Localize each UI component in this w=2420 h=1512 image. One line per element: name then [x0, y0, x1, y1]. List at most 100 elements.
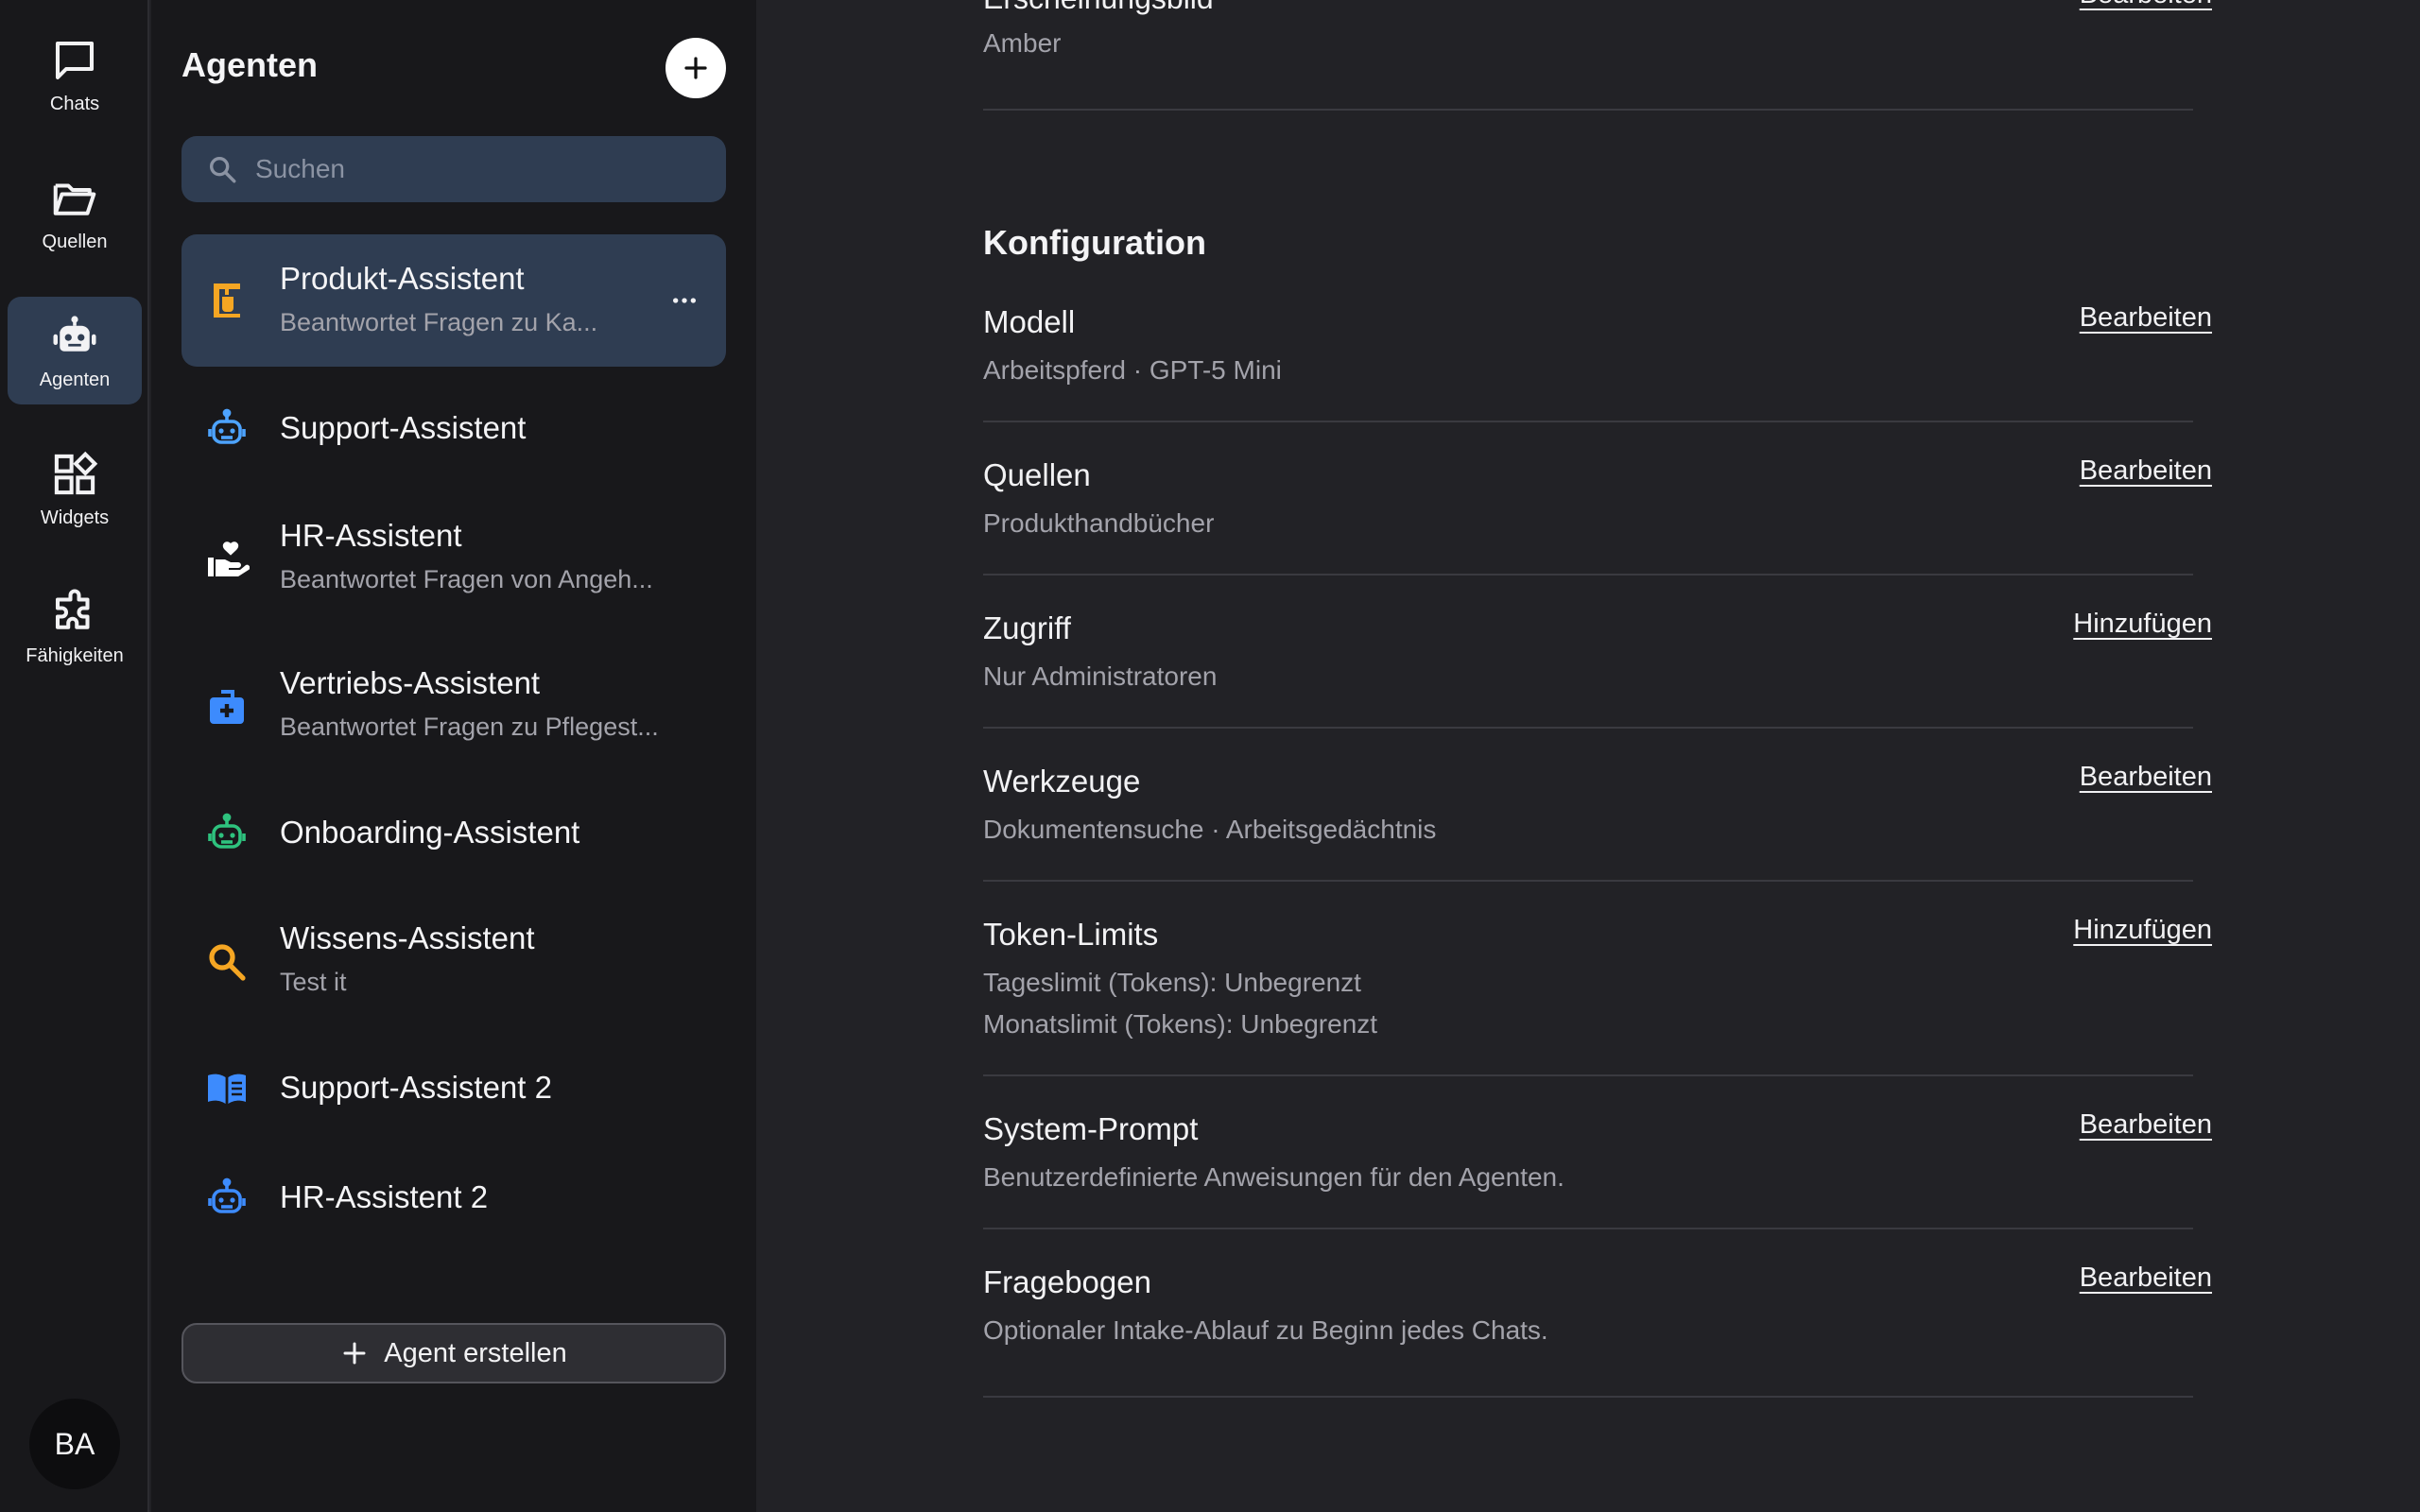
rail-label: Widgets [40, 507, 110, 528]
edit-quellen-button[interactable]: Bearbeiten [2080, 455, 2212, 487]
rail-label: Fähigkeiten [26, 644, 124, 666]
ellipsis-icon [673, 298, 696, 303]
row-title-quellen: Quellen [983, 457, 1091, 492]
agent-item[interactable]: Support-Assistent 2 [182, 1053, 726, 1125]
agent-name: Produkt-Assistent [280, 261, 525, 296]
row-value: Dokumentensuche · Arbeitsgedächtnis [983, 815, 1437, 844]
edit-appearance-button[interactable]: Bearbeiten [2080, 0, 2212, 10]
row-value: Benutzerdefinierte Anweisungen für den A… [983, 1162, 1564, 1192]
agent-icon [200, 403, 253, 455]
search-icon [209, 944, 246, 981]
agent-list-panel: Agenten Produkt-Assistent Beantwortet Fr… [151, 0, 756, 1512]
agent-name: Wissens-Assistent [280, 920, 535, 955]
row-value: Produkthandbücher [983, 508, 1215, 538]
add-token-limits-button[interactable]: Hinzufügen [2073, 915, 2212, 946]
agent-item[interactable]: Produkt-Assistent Beantwortet Fragen zu … [182, 234, 726, 367]
row-value: Optionaler Intake-Ablauf zu Beginn jedes… [983, 1315, 1548, 1345]
coffee-machine-icon [214, 284, 240, 318]
search-input[interactable] [255, 154, 709, 184]
rail-item-chats[interactable]: Chats [8, 21, 142, 129]
edit-modell-button[interactable]: Bearbeiten [2080, 302, 2212, 334]
rail-label: Quellen [42, 231, 108, 252]
create-agent-label: Agent erstellen [384, 1337, 567, 1368]
divider [983, 727, 2193, 729]
search-field[interactable] [182, 136, 726, 202]
add-agent-button[interactable] [666, 38, 726, 98]
agent-name: Support-Assistent [280, 410, 527, 445]
rail-item-quellen[interactable]: Quellen [8, 159, 142, 266]
row-title-werkzeuge: Werkzeuge [983, 764, 1141, 799]
divider [983, 574, 2193, 576]
rail-item-agenten[interactable]: Agenten [8, 297, 142, 404]
row-value: Tageslimit (Tokens): Unbegrenzt [983, 968, 1361, 997]
rail-item-widgets[interactable]: Widgets [8, 435, 142, 542]
agent-item[interactable]: Onboarding-Assistent [182, 798, 726, 869]
agent-description: Beantwortet Fragen zu Ka... [280, 308, 598, 336]
medical-bag-icon [210, 690, 244, 724]
robot-icon [208, 813, 246, 849]
agent-item[interactable]: HR-Assistent 2 [182, 1162, 726, 1234]
agent-name: Onboarding-Assistent [280, 815, 580, 850]
agent-description: Test it [280, 968, 347, 996]
nav-rail: Chats Quellen Agenten Widgets Fähigkeite… [0, 0, 149, 1512]
divider [983, 880, 2193, 882]
rail-item-faehigkeiten[interactable]: Fähigkeiten [8, 573, 142, 680]
robot-icon [53, 315, 96, 352]
agent-item[interactable]: Vertriebs-Assistent Beantwortet Fragen z… [182, 644, 726, 767]
agent-icon [200, 533, 253, 586]
row-title-modell: Modell [983, 304, 1076, 339]
agent-icon [200, 680, 253, 733]
more-options-button[interactable] [666, 282, 703, 319]
divider [983, 1396, 2193, 1398]
edit-fragebogen-button[interactable]: Bearbeiten [2080, 1263, 2212, 1294]
agent-icon [200, 1172, 253, 1225]
row-title-fragebogen: Fragebogen [983, 1264, 1151, 1299]
row-title-token-limits: Token-Limits [983, 917, 1159, 952]
agent-description: Beantwortet Fragen von Angeh... [280, 565, 653, 593]
plus-icon [343, 1342, 366, 1365]
divider [983, 421, 2193, 422]
robot-icon [208, 408, 246, 444]
agent-description: Beantwortet Fragen zu Pflegest... [280, 713, 659, 741]
agent-details: Erscheinungsbild Bearbeiten Amber Konfig… [756, 0, 2420, 1512]
plus-icon [684, 57, 707, 79]
robot-icon [208, 1177, 246, 1213]
book-icon [208, 1074, 246, 1104]
agent-item[interactable]: Wissens-Assistent Test it [182, 900, 726, 1022]
search-icon [209, 156, 236, 183]
rail-label: Agenten [39, 369, 111, 390]
agent-icon [200, 274, 253, 327]
add-zugriff-button[interactable]: Hinzufügen [2073, 609, 2212, 640]
create-agent-button[interactable]: Agent erstellen [182, 1323, 726, 1383]
agent-icon [200, 936, 253, 988]
folder-open-icon [53, 182, 96, 215]
agent-name: Support-Assistent 2 [280, 1070, 552, 1105]
edit-system-prompt-button[interactable]: Bearbeiten [2080, 1109, 2212, 1141]
agent-name: HR-Assistent [280, 518, 462, 553]
row-value: Monatslimit (Tokens): Unbegrenzt [983, 1009, 1378, 1039]
hand-heart-icon [208, 541, 250, 576]
agent-name: Vertriebs-Assistent [280, 665, 541, 700]
row-value: Arbeitspferd · GPT-5 Mini [983, 355, 1282, 385]
agent-item[interactable]: Support-Assistent [182, 393, 726, 465]
agent-icon [200, 1062, 253, 1115]
agent-icon [200, 807, 253, 860]
chat-icon [55, 41, 95, 79]
divider [983, 1228, 2193, 1229]
row-title-zugriff: Zugriff [983, 610, 1071, 645]
rail-label: Chats [49, 93, 100, 114]
divider [983, 1074, 2193, 1076]
config-heading: Konfiguration [983, 223, 1206, 262]
puzzle-icon [55, 589, 90, 629]
divider [983, 109, 2193, 111]
appearance-title: Erscheinungsbild [983, 0, 1214, 16]
row-title-system-prompt: System-Prompt [983, 1111, 1199, 1146]
panel-title: Agenten [182, 45, 318, 84]
user-avatar[interactable]: BA [29, 1399, 120, 1489]
edit-werkzeuge-button[interactable]: Bearbeiten [2080, 762, 2212, 793]
appearance-value: Amber [983, 28, 1062, 58]
widgets-icon [54, 451, 98, 494]
row-value: Nur Administratoren [983, 662, 1218, 691]
agent-name: HR-Assistent 2 [280, 1179, 489, 1214]
agent-item[interactable]: HR-Assistent Beantwortet Fragen von Ange… [182, 497, 726, 620]
